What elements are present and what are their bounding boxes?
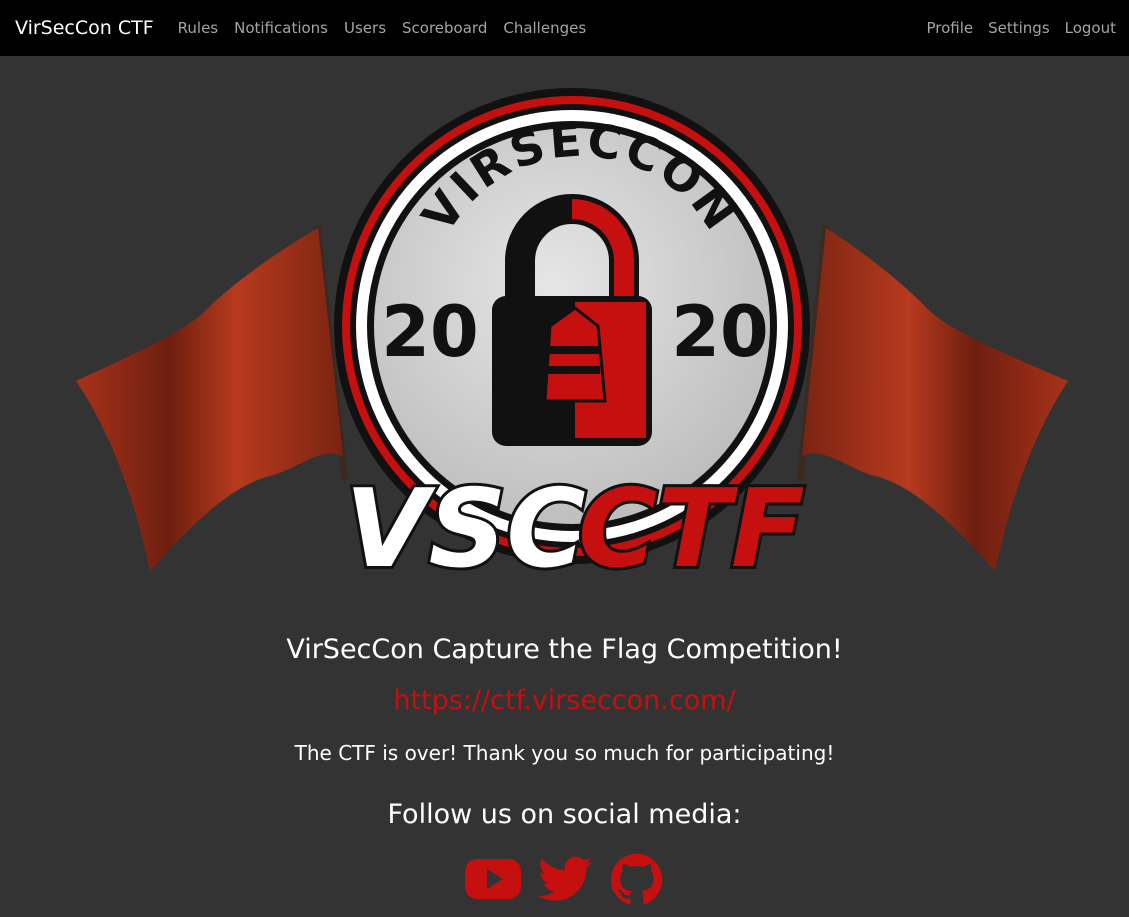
youtube-icon: [464, 859, 521, 899]
nav-scoreboard[interactable]: Scoreboard: [402, 19, 487, 37]
nav-users[interactable]: Users: [344, 19, 386, 37]
left-flag-graphic: [76, 225, 349, 571]
nav-rules[interactable]: Rules: [178, 19, 218, 37]
social-links: [0, 852, 1129, 906]
wordmark-red: CTF: [578, 467, 805, 592]
nav-challenges[interactable]: Challenges: [503, 19, 586, 37]
ctf-url-link[interactable]: https://ctf.virseccon.com/: [0, 685, 1129, 716]
nav-left: Rules Notifications Users Scoreboard Cha…: [178, 19, 603, 37]
ctf-over-message: The CTF is over! Thank you so much for p…: [294, 741, 835, 765]
twitter-link[interactable]: [536, 852, 594, 906]
youtube-link[interactable]: [464, 852, 522, 906]
nav-settings[interactable]: Settings: [988, 19, 1050, 37]
page-title: VirSecCon Capture the Flag Competition!: [286, 634, 843, 665]
vscctf-wordmark: VSC CTF: [342, 464, 808, 595]
nav-logout[interactable]: Logout: [1065, 19, 1116, 37]
year-left: 20: [381, 291, 478, 373]
nav-right: Profile Settings Logout: [911, 19, 1116, 37]
twitter-icon: [537, 856, 592, 901]
right-flag-graphic: [796, 225, 1068, 571]
github-link[interactable]: [608, 852, 666, 906]
top-navbar: VirSecCon CTF Rules Notifications Users …: [0, 0, 1129, 56]
year-right: 20: [671, 291, 768, 373]
logo-graphic: VIRSECCON 20 20 VSC CTF: [76, 88, 1068, 595]
nav-notifications[interactable]: Notifications: [234, 19, 328, 37]
nav-profile[interactable]: Profile: [926, 19, 973, 37]
brand-link[interactable]: VirSecCon CTF: [15, 17, 154, 39]
follow-heading: Follow us on social media:: [387, 799, 742, 830]
wordmark-white: VSC: [345, 467, 586, 592]
github-icon: [610, 853, 662, 905]
hero-logo: VIRSECCON 20 20 VSC CTF: [0, 56, 1129, 616]
